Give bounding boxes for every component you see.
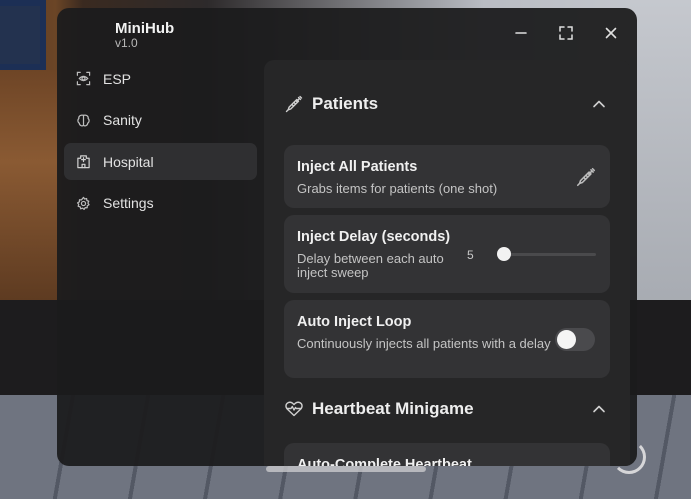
inject-all-patients-card[interactable]: Inject All Patients Grabs items for pati… (284, 145, 610, 208)
hospital-icon (75, 154, 91, 170)
app-version: v1.0 (115, 36, 138, 50)
card-description: Grabs items for patients (one shot) (297, 181, 498, 196)
minihub-window: MiniHub v1.0 ESP Sanity Hospital Setting… (57, 8, 637, 466)
background-wood-panel (0, 70, 58, 300)
app-title: MiniHub (115, 20, 175, 37)
background-frame (0, 0, 46, 70)
sidebar-item-label: Hospital (103, 153, 154, 170)
section-title: Patients (312, 94, 379, 113)
syringe-icon[interactable] (575, 166, 597, 188)
card-title: Inject Delay (seconds) (297, 229, 451, 245)
heart-pulse-icon (285, 401, 303, 417)
eye-target-icon (75, 71, 91, 87)
slider-value: 5 (467, 248, 474, 262)
card-description: Delay between each auto inject sweep (297, 251, 444, 280)
gear-icon (75, 195, 91, 211)
card-description: Continuously injects all patients with a… (297, 336, 551, 351)
sidebar-item-label: ESP (103, 70, 132, 87)
chevron-up-icon[interactable] (590, 400, 608, 418)
card-title: Auto Inject Loop (297, 314, 412, 330)
delay-slider-handle[interactable] (497, 247, 511, 261)
section-title: Heartbeat Minigame (312, 399, 474, 418)
delay-slider-track[interactable] (498, 253, 596, 256)
background-rail (266, 466, 426, 472)
inject-delay-card: Inject Delay (seconds) Delay between eac… (284, 215, 610, 293)
sidebar-item-settings[interactable]: Settings (64, 185, 257, 222)
auto-inject-loop-card: Auto Inject Loop Continuously injects al… (284, 300, 610, 378)
maximize-button[interactable] (555, 22, 577, 44)
toggle-knob (557, 330, 576, 349)
sidebar-item-sanity[interactable]: Sanity (64, 102, 257, 139)
card-title: Inject All Patients (297, 159, 418, 175)
close-button[interactable] (600, 22, 622, 44)
sidebar-item-label: Sanity (103, 112, 142, 128)
maximize-icon (559, 26, 573, 40)
brain-icon (75, 112, 91, 128)
sidebar-item-label: Settings (103, 195, 154, 211)
close-icon (605, 27, 617, 39)
auto-complete-heartbeat-card[interactable]: Auto-Complete Heartbeat (284, 443, 610, 466)
chevron-up-icon[interactable] (590, 95, 608, 113)
title-bar[interactable]: MiniHub v1.0 (57, 8, 637, 58)
minimize-button[interactable] (510, 22, 532, 44)
section-header-heartbeat[interactable]: Heartbeat Minigame (264, 389, 630, 429)
auto-inject-loop-toggle[interactable] (555, 328, 595, 351)
card-title: Auto-Complete Heartbeat (297, 457, 472, 466)
section-header-patients[interactable]: Patients (264, 84, 630, 124)
sidebar-item-hospital[interactable]: Hospital (64, 143, 257, 180)
sidebar-item-esp[interactable]: ESP (64, 60, 257, 97)
syringe-icon (285, 95, 303, 113)
content-pane[interactable]: Patients Inject All Patients Grabs items… (264, 60, 630, 466)
minimize-icon (515, 32, 527, 34)
sidebar: ESP Sanity Hospital Settings (64, 60, 257, 226)
